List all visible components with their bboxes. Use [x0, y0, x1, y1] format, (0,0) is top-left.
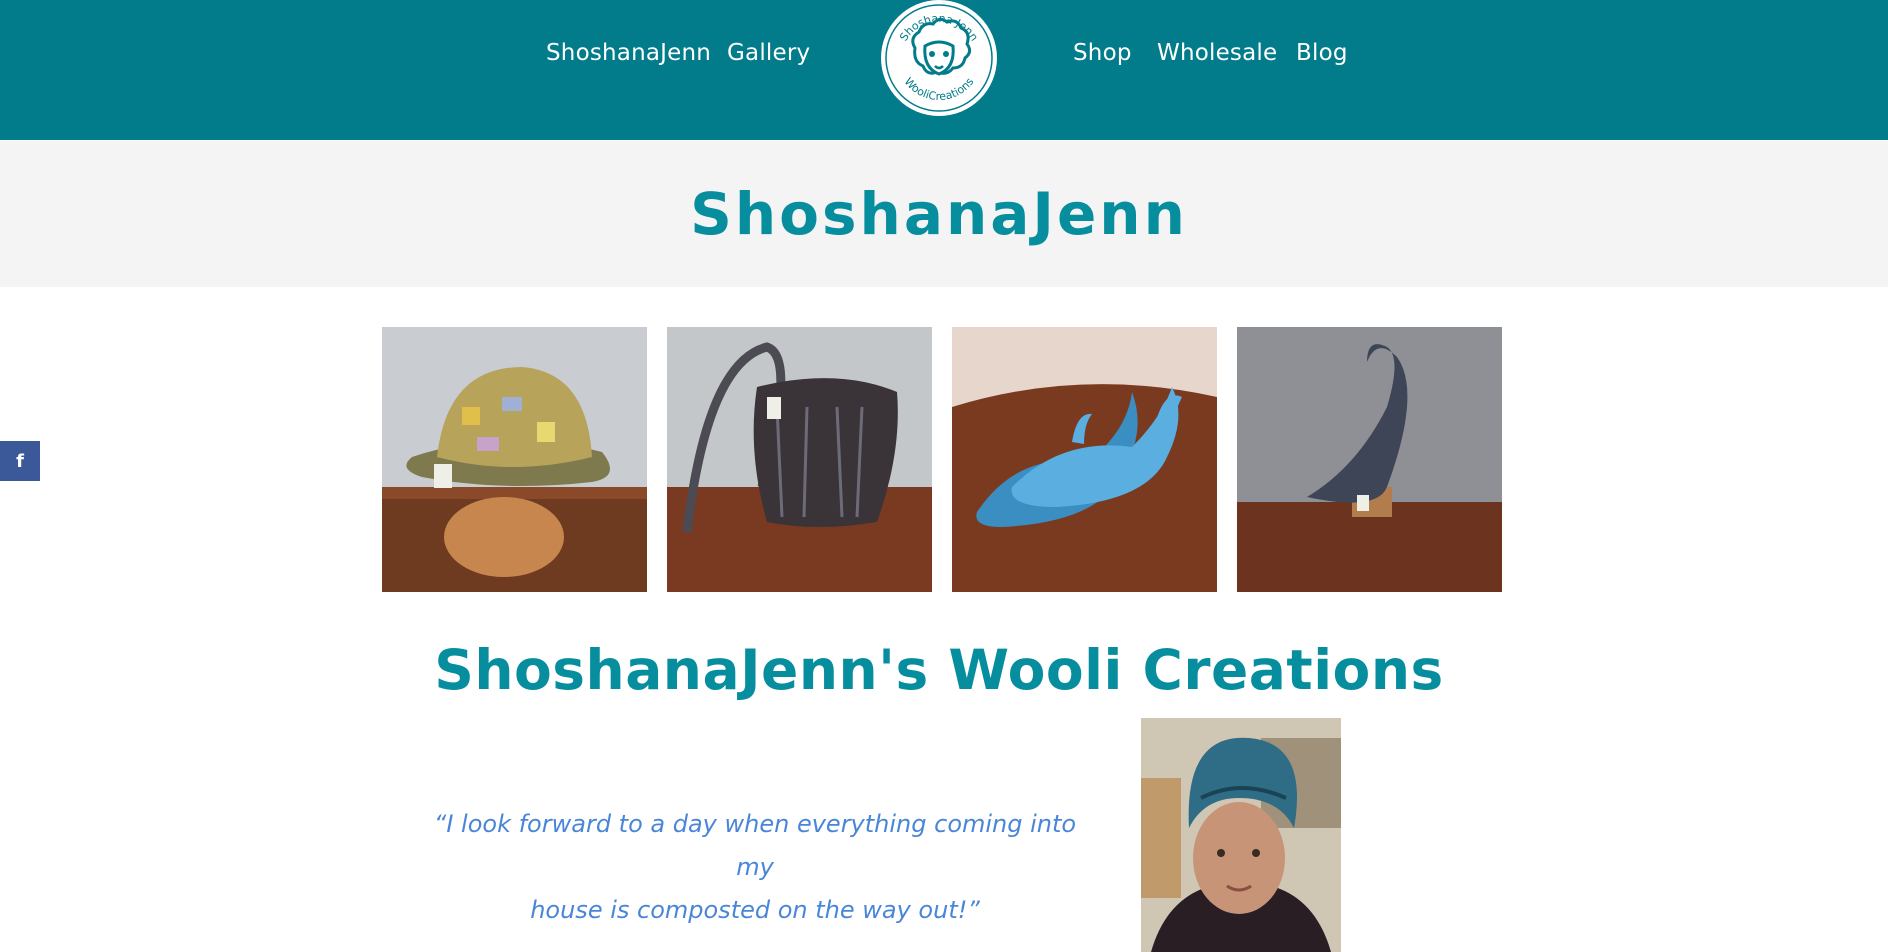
- quote-text: “I look forward to a day when everything…: [420, 803, 1090, 932]
- nav-link-blog[interactable]: Blog: [1296, 40, 1348, 66]
- nav-link-gallery[interactable]: Gallery: [727, 40, 810, 66]
- site-header: ShoshanaJenn Gallery Shoshana Jenn Wooli…: [0, 0, 1888, 140]
- facebook-share-button[interactable]: f: [0, 441, 40, 481]
- quote-line-2: house is composted on the way out!”: [530, 896, 980, 924]
- nav-link-wholesale[interactable]: Wholesale: [1157, 40, 1277, 66]
- gallery-image-slippers[interactable]: [952, 327, 1217, 592]
- gallery-image-hat[interactable]: [382, 327, 647, 592]
- page-title: ShoshanaJenn: [690, 180, 1188, 248]
- nav-link-shoshanajenn[interactable]: ShoshanaJenn: [546, 40, 711, 66]
- quote-line-1: “I look forward to a day when everything…: [433, 810, 1077, 881]
- gallery-image-bag[interactable]: [667, 327, 932, 592]
- portrait-photo: [1141, 718, 1341, 952]
- gallery-image-pointed-hat[interactable]: [1237, 327, 1502, 592]
- section-heading: ShoshanaJenn's Wooli Creations: [434, 638, 1444, 702]
- facebook-icon: f: [16, 450, 24, 472]
- site-logo[interactable]: Shoshana Jenn WooliCreations: [879, 0, 999, 118]
- nav-link-shop[interactable]: Shop: [1073, 40, 1132, 66]
